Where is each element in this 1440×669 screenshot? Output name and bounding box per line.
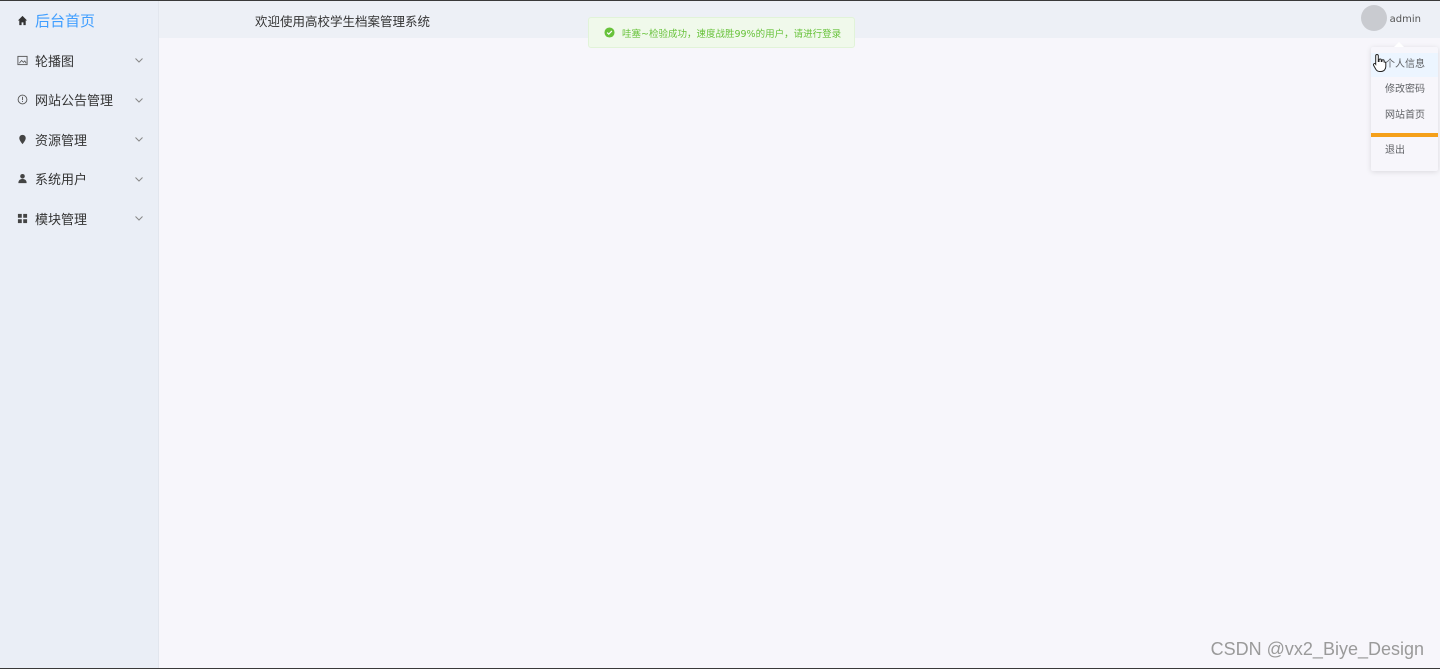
sidebar-item-carousel[interactable]: 轮播图 (0, 41, 158, 81)
chevron-down-icon (134, 95, 144, 105)
picture-icon (17, 55, 28, 66)
toast-message: 哇塞~检验成功，速度战胜99%的用户，请进行登录 (622, 28, 842, 40)
info-circle-icon (17, 94, 28, 105)
main-content (159, 38, 1440, 668)
sidebar-item-label: 轮播图 (35, 54, 75, 70)
sidebar-item-home[interactable]: 后台首页 (0, 1, 158, 41)
sidebar-item-modules[interactable]: 模块管理 (0, 199, 158, 239)
app-frame: 后台首页 轮播图 网站公告管理 资源管理 系统用户 模块管理 欢迎使用高校学生档… (0, 0, 1440, 669)
success-toast: 哇塞~检验成功，速度战胜99%的用户，请进行登录 (588, 17, 855, 48)
dropdown-item-change-password[interactable]: 修改密码 (1371, 78, 1438, 102)
home-icon (17, 15, 28, 26)
chevron-down-icon (134, 213, 144, 223)
sidebar-item-label: 系统用户 (35, 173, 88, 189)
sidebar-item-label: 后台首页 (35, 12, 96, 31)
chevron-down-icon (134, 55, 144, 65)
dropdown-divider (1371, 133, 1438, 137)
avatar[interactable] (1361, 5, 1387, 31)
dropdown-item-logout[interactable]: 退出 (1371, 139, 1438, 163)
grid-icon (17, 213, 28, 224)
sidebar-item-resources[interactable]: 资源管理 (0, 120, 158, 160)
location-pin-icon (17, 134, 28, 145)
dropdown-arrow (1394, 42, 1404, 47)
user-icon (17, 173, 28, 184)
check-circle-icon (604, 27, 615, 38)
sidebar-item-label: 网站公告管理 (35, 94, 114, 110)
dropdown-item-site-home[interactable]: 网站首页 (1371, 104, 1438, 128)
page-title: 欢迎使用高校学生档案管理系统 (255, 14, 431, 29)
chevron-down-icon (134, 174, 144, 184)
sidebar-item-announcements[interactable]: 网站公告管理 (0, 80, 158, 120)
hand-cursor-icon (1372, 53, 1388, 73)
sidebar-item-label: 资源管理 (35, 133, 88, 149)
sidebar: 后台首页 轮播图 网站公告管理 资源管理 系统用户 模块管理 (0, 1, 159, 668)
watermark: CSDN @vx2_Biye_Design (1210, 639, 1424, 659)
sidebar-item-system-users[interactable]: 系统用户 (0, 159, 158, 199)
sidebar-item-label: 模块管理 (35, 212, 88, 228)
chevron-down-icon (134, 134, 144, 144)
username-label[interactable]: admin (1390, 14, 1421, 25)
